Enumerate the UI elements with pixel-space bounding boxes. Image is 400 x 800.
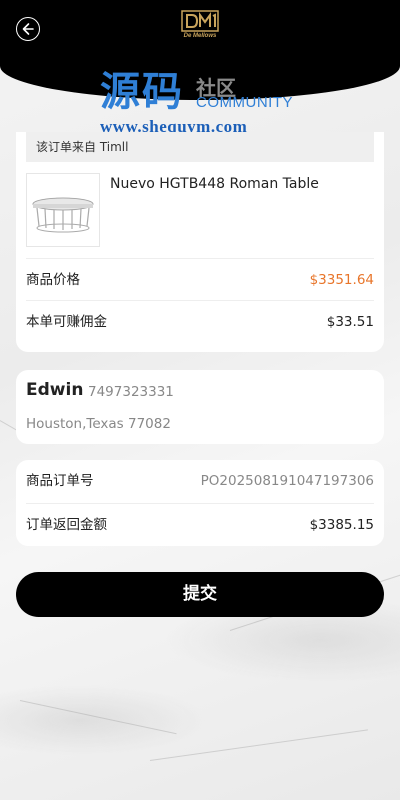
order-number-row: 商品订单号 PO202508191047197306 <box>26 460 374 502</box>
product-name: Nuevo HGTB448 Roman Table <box>110 176 319 192</box>
commission-row: 本单可赚佣金 $33.51 <box>26 300 374 342</box>
watermark-main: 源码 <box>100 69 184 115</box>
recipient-name: Edwin <box>26 380 84 400</box>
product-thumbnail <box>26 173 100 247</box>
logo-mark-icon <box>181 10 219 32</box>
order-number-value: PO202508191047197306 <box>200 473 374 489</box>
commission-label: 本单可赚佣金 <box>26 314 107 330</box>
order-source-label: 该订单来自 Timll <box>26 132 374 162</box>
recipient-phone: 7497323331 <box>88 384 174 400</box>
order-info-card: 商品订单号 PO202508191047197306 订单返回金额 $3385.… <box>16 460 384 546</box>
back-button[interactable] <box>16 17 40 41</box>
marble-vein <box>149 729 368 761</box>
marble-vein <box>19 700 177 735</box>
price-label: 商品价格 <box>26 272 80 288</box>
order-number-label: 商品订单号 <box>26 473 94 489</box>
return-amount-label: 订单返回金额 <box>26 517 107 533</box>
brand-logo: De Mellows <box>178 10 222 42</box>
product-card: 该订单来自 Timll Nuevo HGTB448 Roman Table 商品… <box>16 132 384 352</box>
watermark-sub-en: COMMUNITY <box>196 94 293 111</box>
table-image-icon <box>32 197 94 233</box>
submit-button[interactable]: 提交 <box>16 572 384 617</box>
price-value: $3351.64 <box>309 272 374 288</box>
return-amount-value: $3385.15 <box>309 517 374 533</box>
return-amount-row: 订单返回金额 $3385.15 <box>26 503 374 545</box>
back-arrow-icon <box>22 23 34 35</box>
price-row: 商品价格 $3351.64 <box>26 258 374 300</box>
recipient-address: Houston,Texas 77082 <box>26 416 171 432</box>
logo-text: De Mellows <box>183 33 217 39</box>
commission-value: $33.51 <box>326 314 374 330</box>
address-card[interactable]: Edwin 7497323331 Houston,Texas 77082 <box>16 370 384 444</box>
